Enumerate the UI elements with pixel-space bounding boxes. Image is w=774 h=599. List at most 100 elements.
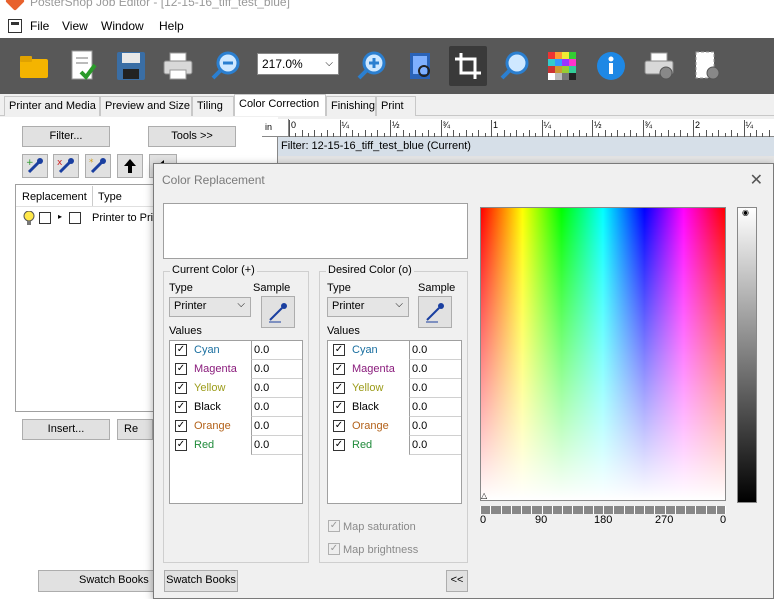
- ruler-tick: [453, 130, 455, 137]
- edit-replacement-button[interactable]: *: [85, 154, 111, 178]
- tab-print[interactable]: Print: [376, 96, 416, 116]
- menu-file[interactable]: File: [30, 19, 49, 33]
- value-row: ✓ Black 0.0: [170, 398, 302, 417]
- printer-settings-button[interactable]: [640, 46, 678, 86]
- chevron-down-icon: ⌵: [325, 58, 333, 69]
- remove-button[interactable]: Re: [117, 419, 153, 440]
- tab-tiling[interactable]: Tiling: [192, 96, 234, 116]
- map-brightness-checkbox[interactable]: ✓: [328, 543, 340, 555]
- zoom-in-button[interactable]: [353, 46, 391, 86]
- color-grid-icon: [548, 52, 576, 80]
- collapse-button[interactable]: <<: [446, 570, 468, 592]
- swatch-books-button[interactable]: Swatch Books: [164, 570, 238, 592]
- printer-gear-icon: [644, 52, 674, 80]
- value-row-checkbox[interactable]: ✓: [175, 439, 187, 451]
- value-row-input[interactable]: 0.0: [251, 398, 302, 417]
- value-row-input[interactable]: 0.0: [409, 341, 461, 360]
- current-sample-button[interactable]: [261, 296, 295, 328]
- value-row-checkbox[interactable]: ✓: [175, 401, 187, 413]
- hue-axis-ticks: [480, 506, 726, 514]
- ruler-tick: [503, 130, 505, 137]
- tab-preview-and-size[interactable]: Preview and Size: [100, 96, 192, 116]
- filter-button[interactable]: Filter...: [22, 126, 110, 147]
- brightness-handle-icon[interactable]: ◉: [742, 208, 749, 217]
- tools-button[interactable]: Tools >>: [148, 126, 236, 147]
- value-row-label: Magenta: [352, 363, 395, 375]
- system-menu-icon[interactable]: [8, 19, 22, 33]
- value-row-checkbox[interactable]: ✓: [333, 420, 345, 432]
- value-row-input[interactable]: 0.0: [251, 379, 302, 398]
- floppy-disk-icon: [117, 52, 145, 80]
- ruler-tick: [667, 130, 669, 137]
- print-button[interactable]: [159, 46, 197, 86]
- value-row-checkbox[interactable]: ✓: [333, 401, 345, 413]
- list-item-checkbox[interactable]: [39, 212, 51, 224]
- tab-finishing[interactable]: Finishing: [326, 96, 376, 116]
- swatch-books-button-left[interactable]: Swatch Books: [38, 570, 154, 592]
- insert-button[interactable]: Insert...: [22, 419, 110, 440]
- value-row: ✓ Magenta 0.0: [328, 360, 461, 379]
- ruler-unit: in: [265, 122, 273, 132]
- value-row-checkbox[interactable]: ✓: [333, 382, 345, 394]
- value-row-checkbox[interactable]: ✓: [175, 363, 187, 375]
- menu-view[interactable]: View: [62, 19, 88, 33]
- hue-label-0: 0: [480, 514, 487, 526]
- expand-arrow-icon[interactable]: ▸: [58, 212, 62, 221]
- ruler-tick: [465, 130, 467, 137]
- desired-type-value: Printer: [332, 300, 365, 312]
- page-settings-button[interactable]: [688, 46, 726, 86]
- zoom-fit-button[interactable]: [496, 46, 534, 86]
- column-header-replacement[interactable]: Replacement: [22, 191, 87, 203]
- preview-button[interactable]: [401, 46, 439, 86]
- value-row-input[interactable]: 0.0: [251, 417, 302, 436]
- value-row-input[interactable]: 0.0: [251, 341, 302, 360]
- value-row-checkbox[interactable]: ✓: [333, 344, 345, 356]
- value-row-checkbox[interactable]: ✓: [333, 439, 345, 451]
- ruler-tick: [705, 130, 707, 137]
- hue-tick: [531, 506, 533, 514]
- zoom-level-select[interactable]: 217.0% ⌵: [257, 53, 339, 75]
- menu-help[interactable]: Help: [159, 19, 184, 33]
- crop-button[interactable]: [449, 46, 487, 86]
- printer-icon: [163, 52, 193, 80]
- tab-strip: Printer and Media Preview and Size Tilin…: [0, 94, 774, 116]
- map-saturation-checkbox[interactable]: ✓: [328, 520, 340, 532]
- job-properties-button[interactable]: [64, 46, 102, 86]
- value-row-input[interactable]: 0.0: [409, 360, 461, 379]
- column-header-type[interactable]: Type: [98, 191, 122, 203]
- value-row-checkbox[interactable]: ✓: [333, 363, 345, 375]
- close-icon[interactable]: ✕: [750, 170, 763, 190]
- tab-printer-and-media[interactable]: Printer and Media: [4, 96, 100, 116]
- open-folder-button[interactable]: [15, 46, 53, 86]
- current-values-table: ✓ Cyan 0.0 ✓ Magenta 0.0 ✓ Yellow 0.0 ✓ Black 0.0 ✓ O…: [169, 340, 303, 504]
- menu-window[interactable]: Window: [101, 19, 144, 33]
- value-row-checkbox[interactable]: ✓: [175, 420, 187, 432]
- current-type-select[interactable]: Printer ⌵: [169, 297, 251, 317]
- desired-values-table: ✓ Cyan 0.0 ✓ Magenta 0.0 ✓ Yellow 0.0 ✓ Black 0.0 ✓ O…: [327, 340, 462, 504]
- value-row-checkbox[interactable]: ✓: [175, 344, 187, 356]
- tab-color-correction[interactable]: Color Correction: [234, 94, 326, 116]
- value-row-input[interactable]: 0.0: [409, 436, 461, 455]
- value-row-label: Yellow: [352, 382, 384, 394]
- hue-tick: [592, 506, 594, 514]
- value-row-checkbox[interactable]: ✓: [175, 382, 187, 394]
- move-up-button[interactable]: [117, 154, 143, 178]
- color-grid-button[interactable]: [543, 46, 581, 86]
- info-button[interactable]: [592, 46, 630, 86]
- add-replacement-button[interactable]: +: [22, 154, 48, 178]
- value-row-input[interactable]: 0.0: [251, 436, 302, 455]
- value-row: ✓ Magenta 0.0: [170, 360, 302, 379]
- hue-label-180: 180: [594, 514, 613, 526]
- value-row-input[interactable]: 0.0: [409, 398, 461, 417]
- zoom-out-button[interactable]: [207, 46, 245, 86]
- value-row-input[interactable]: 0.0: [409, 379, 461, 398]
- color-spectrum-picker[interactable]: △: [480, 207, 726, 501]
- value-row-input[interactable]: 0.0: [409, 417, 461, 436]
- desired-type-select[interactable]: Printer ⌵: [327, 297, 409, 317]
- ruler-tick: [377, 130, 379, 137]
- value-row-input[interactable]: 0.0: [251, 360, 302, 379]
- delete-replacement-button[interactable]: x: [53, 154, 79, 178]
- save-button[interactable]: [112, 46, 150, 86]
- brightness-slider[interactable]: ◉: [737, 207, 757, 503]
- desired-sample-button[interactable]: [418, 296, 452, 328]
